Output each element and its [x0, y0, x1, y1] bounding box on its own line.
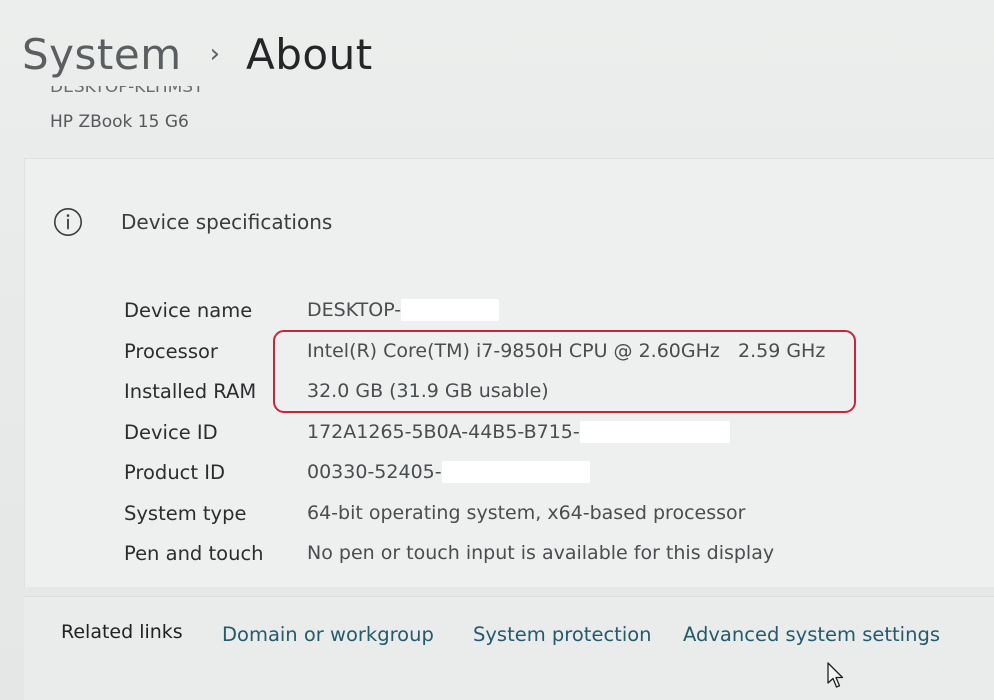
domain-or-workgroup-link[interactable]: Domain or workgroup	[222, 623, 434, 646]
spec-value: 64-bit operating system, x64-based proce…	[307, 502, 746, 524]
breadcrumb: System › About	[22, 24, 373, 84]
settings-page: System › About DESKTOP-KLHMST HP ZBook 1…	[0, 0, 994, 700]
device-specifications-header[interactable]: Device specifications	[53, 207, 332, 237]
spec-label: Device name	[124, 299, 253, 322]
spec-value-text: DESKTOP-	[307, 299, 402, 321]
redaction-block	[401, 299, 500, 321]
system-protection-link[interactable]: System protection	[473, 623, 652, 646]
info-icon	[54, 208, 82, 236]
spec-value: 172A1265-5B0A-44B5-B715-	[307, 421, 730, 443]
spec-label: Processor	[124, 340, 218, 363]
device-specifications-card: Device specifications Device name DESKTO…	[24, 158, 994, 587]
spec-label: Installed RAM	[124, 380, 257, 403]
spec-row-device-name: Device name DESKTOP-	[25, 299, 925, 329]
highlight-box	[273, 330, 856, 413]
spec-value: No pen or touch input is available for t…	[307, 542, 775, 564]
redaction-block	[441, 461, 590, 483]
related-links-label: Related links	[61, 621, 183, 643]
spec-value: DESKTOP-	[307, 299, 500, 321]
mouse-cursor-icon	[827, 662, 844, 688]
related-links-section: Related links Domain or workgroup System…	[24, 596, 994, 700]
breadcrumb-chevron-icon: ›	[209, 39, 221, 69]
spec-row-product-id: Product ID 00330-52405-	[25, 461, 925, 491]
spec-value-text: 172A1265-5B0A-44B5-B715-	[307, 421, 580, 443]
spec-row-pen-and-touch: Pen and touch No pen or touch input is a…	[25, 542, 925, 572]
spec-label: System type	[124, 502, 247, 525]
spec-label: Pen and touch	[124, 542, 264, 565]
spec-row-device-id: Device ID 172A1265-5B0A-44B5-B715-	[25, 421, 925, 451]
device-specifications-title: Device specifications	[121, 210, 333, 234]
redaction-block	[579, 421, 730, 443]
device-name-heading: DESKTOP-KLHMST	[50, 86, 203, 98]
advanced-system-settings-link[interactable]: Advanced system settings	[683, 623, 940, 646]
breadcrumb-system-link[interactable]: System	[22, 30, 182, 79]
spec-label: Product ID	[124, 461, 226, 484]
spec-value-text: 00330-52405-	[307, 461, 442, 483]
device-model: HP ZBook 15 G6	[50, 112, 189, 132]
spec-row-system-type: System type 64-bit operating system, x64…	[25, 502, 925, 532]
spec-value: 00330-52405-	[307, 461, 590, 483]
page-title: About	[246, 29, 373, 79]
spec-label: Device ID	[124, 421, 218, 444]
device-name-heading-text: DESKTOP-KLHMST	[50, 86, 204, 97]
